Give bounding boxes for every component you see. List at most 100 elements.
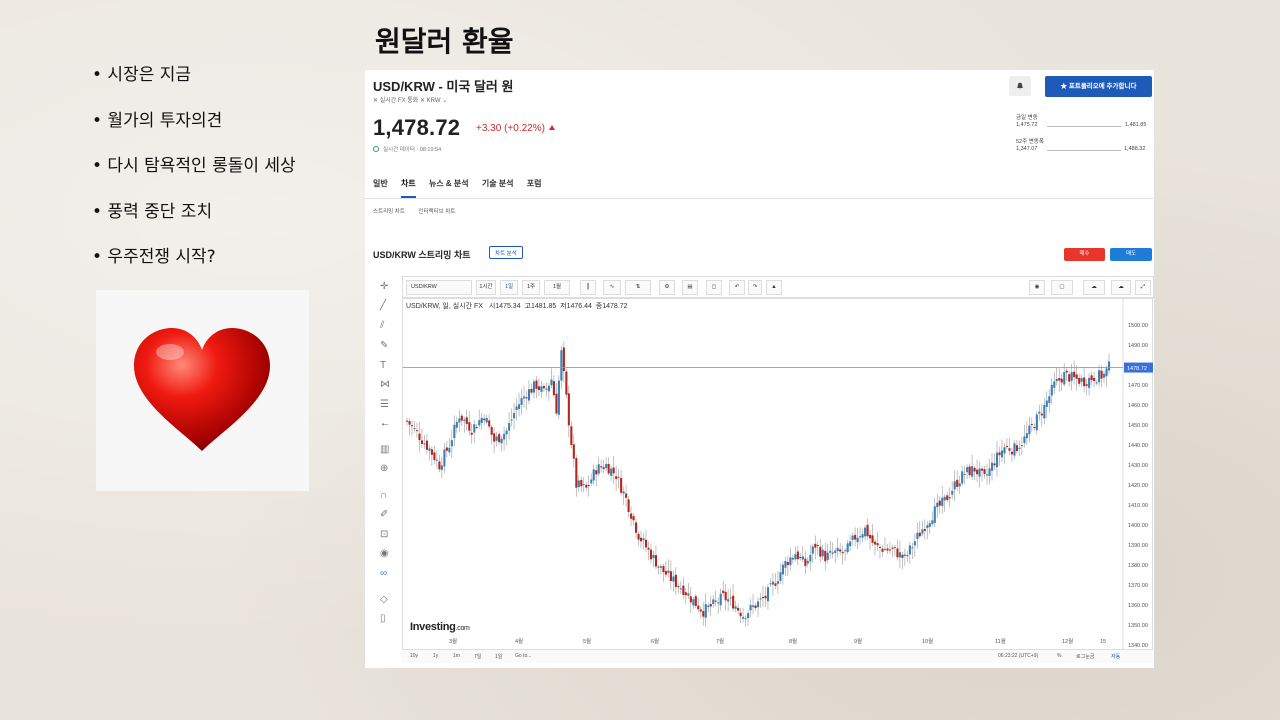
- candle-body: [737, 607, 740, 611]
- interval-1h[interactable]: 1시간: [476, 280, 496, 295]
- range-1y[interactable]: 1y: [433, 653, 438, 659]
- candle-body: [597, 464, 600, 474]
- lock-draw-icon[interactable]: ✐: [380, 509, 388, 520]
- alert-button[interactable]: [1009, 76, 1031, 96]
- chart-area[interactable]: 1340.00 1350.00 1360.00 1370.00 1380.00 1390.…: [402, 298, 1154, 661]
- crosshair-icon[interactable]: ✛: [380, 281, 388, 292]
- go-to[interactable]: Go to...: [515, 653, 531, 659]
- candlestick-chart[interactable]: 1340.001350.001360.001370.001380.001390.…: [403, 299, 1154, 661]
- slide-title: 원달러 환율: [375, 25, 514, 58]
- tab-chart[interactable]: 차트: [400, 179, 416, 198]
- open-value: 1475.34: [495, 303, 521, 310]
- candle-body: [829, 550, 832, 553]
- indicator-icon[interactable]: ∿: [603, 280, 621, 295]
- y-tick-label: 1410.00: [1128, 503, 1148, 509]
- candle-body: [913, 541, 916, 546]
- candle-body: [1085, 384, 1088, 386]
- load-icon[interactable]: ◻: [706, 280, 722, 295]
- sell-button[interactable]: 매수: [1064, 248, 1105, 261]
- interval-1d[interactable]: 1일: [500, 280, 518, 295]
- eye-icon[interactable]: ◉: [380, 548, 389, 559]
- pattern-icon[interactable]: ⋈: [380, 379, 390, 390]
- candle-body: [478, 420, 481, 426]
- symbol-search[interactable]: USD/KRW: [406, 280, 472, 295]
- layers-icon[interactable]: ◇: [380, 594, 388, 605]
- x-tick-label: 6월: [651, 637, 659, 645]
- week52-label: 52주 변동폭: [1016, 139, 1044, 145]
- candle-body: [839, 549, 842, 552]
- subtab-streaming[interactable]: 스트리밍 차트: [373, 209, 405, 215]
- candle-body: [627, 499, 630, 513]
- candle-body: [734, 606, 737, 609]
- range-10y[interactable]: 10y: [410, 653, 418, 659]
- fib-icon[interactable]: ☰: [380, 399, 389, 410]
- interval-1m[interactable]: 1월: [544, 280, 570, 295]
- candle-body: [510, 419, 513, 421]
- settings-icon[interactable]: ⚙: [659, 280, 675, 295]
- arrow-left-icon[interactable]: ←: [380, 418, 390, 429]
- chart-analysis-chip[interactable]: 차트 분석: [489, 246, 523, 259]
- link-icon[interactable]: ∞: [380, 568, 387, 579]
- candle-body: [445, 447, 448, 451]
- log-scale-toggle[interactable]: 로그눈금: [1076, 653, 1094, 660]
- alert-icon[interactable]: ▲: [766, 280, 782, 295]
- layout-icon[interactable]: ▢: [1051, 280, 1073, 295]
- candle-body: [864, 527, 867, 537]
- tab-overview[interactable]: 일반: [373, 179, 388, 188]
- candle-body: [515, 406, 518, 411]
- candle-body: [455, 421, 458, 428]
- candle-body: [440, 465, 443, 470]
- range-1m[interactable]: 1m: [453, 653, 460, 659]
- brush-icon[interactable]: ✎: [380, 340, 388, 351]
- candle-body: [824, 550, 827, 562]
- candle-body: [1023, 436, 1026, 444]
- lock-icon[interactable]: ⊡: [380, 529, 388, 540]
- range-1d[interactable]: 1일: [495, 653, 502, 660]
- tab-technical[interactable]: 기술 분석: [482, 179, 514, 188]
- add-portfolio-button[interactable]: ★ 포트폴리오에 추가합니다: [1045, 76, 1152, 97]
- subtab-interactive[interactable]: 인터랙티브 차트: [418, 209, 455, 215]
- realtime-status: 실시간 데이터 · 08:19:54: [373, 145, 441, 153]
- candle-body: [752, 605, 755, 608]
- y-tick-label: 1470.00: [1128, 383, 1148, 389]
- trend-line-icon[interactable]: ╱: [380, 300, 386, 311]
- cloud-upload-icon[interactable]: ☁: [1111, 280, 1131, 295]
- auto-scale-toggle[interactable]: 자동: [1111, 653, 1120, 660]
- buy-button[interactable]: 매도: [1110, 248, 1152, 261]
- percent-toggle[interactable]: %: [1057, 653, 1061, 659]
- tab-forum[interactable]: 포럼: [527, 179, 542, 188]
- trash-icon[interactable]: ▯: [380, 613, 386, 624]
- redo-icon[interactable]: ↷: [748, 280, 762, 295]
- cloud-icon[interactable]: ☁: [1083, 280, 1105, 295]
- candle-body: [841, 552, 844, 554]
- range-7d[interactable]: 7일: [474, 653, 481, 660]
- candle-body: [1035, 414, 1038, 431]
- candle-body: [809, 554, 812, 562]
- tab-news[interactable]: 뉴스 & 분석: [429, 179, 469, 188]
- measure-icon[interactable]: ▥: [380, 444, 389, 455]
- text-icon[interactable]: T: [380, 360, 386, 371]
- candle-body: [901, 554, 904, 558]
- candle-body: [1055, 378, 1058, 382]
- candle-body: [946, 495, 949, 501]
- candle-body: [642, 538, 645, 541]
- candle-body: [448, 447, 451, 453]
- camera-icon[interactable]: ◉: [1029, 280, 1045, 295]
- compare-icon[interactable]: ⇅: [625, 280, 651, 295]
- candle-body: [485, 418, 488, 423]
- candle-body: [911, 547, 914, 549]
- drawing-toolbar: ✛ ╱ ⫽ ✎ T ⋈ ☰ ← ▥ ⊕ ∩ ✐ ⊡ ◉ ∞ ◇ ▯: [373, 278, 399, 668]
- candle-body: [632, 516, 635, 521]
- save-icon[interactable]: ▤: [682, 280, 698, 295]
- zoom-icon[interactable]: ⊕: [380, 463, 388, 474]
- candle-body: [1033, 426, 1036, 429]
- candle-body: [742, 616, 745, 619]
- parallel-lines-icon[interactable]: ⫽: [380, 320, 384, 331]
- candles-icon[interactable]: ┃: [580, 280, 596, 295]
- candle-body: [988, 468, 991, 476]
- fullscreen-icon[interactable]: ⤢: [1135, 280, 1151, 295]
- candle-body: [532, 381, 536, 393]
- interval-1w[interactable]: 1주: [522, 280, 540, 295]
- undo-icon[interactable]: ↶: [729, 280, 745, 295]
- magnet-icon[interactable]: ∩: [380, 490, 387, 501]
